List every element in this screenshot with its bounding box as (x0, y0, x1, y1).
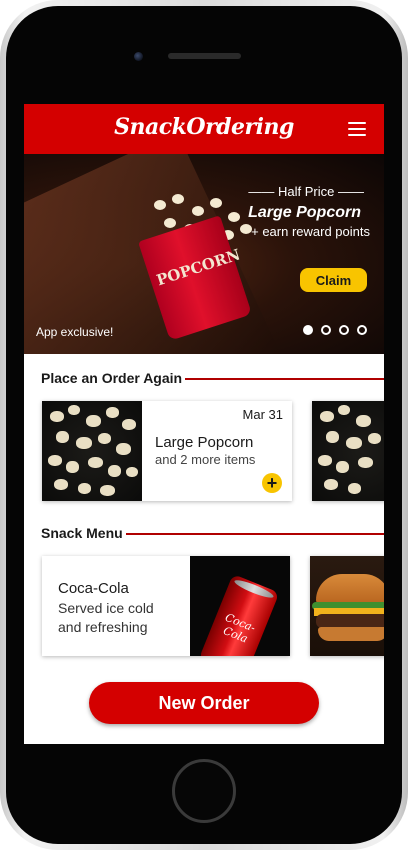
phone-frame: SnackOrdering POPCORN —— Half Price —— L… (0, 0, 408, 850)
menu-bar (348, 122, 366, 124)
menu-item-card[interactable]: Coca-Cola Served ice cold and refreshing… (42, 556, 290, 656)
section-divider (126, 533, 384, 535)
section-divider (185, 378, 384, 380)
hamburger-menu-icon[interactable] (346, 121, 368, 137)
promo-banner[interactable]: POPCORN —— Half Price —— Large Popcorn +… (24, 154, 384, 354)
recent-order-card[interactable] (312, 401, 384, 501)
carousel-dot-4[interactable] (357, 325, 367, 335)
menu-item-description: Served ice cold and refreshing (58, 600, 154, 635)
can-logo: Coca-Cola (221, 610, 258, 646)
popcorn-box-label: POPCORN (154, 245, 243, 290)
app-screen: SnackOrdering POPCORN —— Half Price —— L… (24, 104, 384, 744)
app-logo: SnackOrdering (114, 114, 294, 140)
menu-item-card[interactable] (310, 556, 384, 656)
app-header: SnackOrdering (24, 104, 384, 154)
popcorn-photo (42, 401, 142, 501)
burger-bun-top (316, 574, 384, 604)
order-item-count: and 2 more items (155, 452, 256, 467)
earpiece-speaker (168, 53, 241, 59)
order-item-name: Large Popcorn (155, 434, 254, 451)
burger-photo (310, 556, 384, 656)
burger-patty (316, 614, 384, 628)
new-order-button[interactable]: New Order (89, 682, 319, 724)
order-date: Mar 31 (242, 407, 283, 422)
recent-order-card[interactable]: Mar 31 Large Popcorn and 2 more items + (42, 401, 292, 501)
can-lid (233, 577, 275, 601)
cola-can-photo: Coca-Cola (190, 556, 290, 656)
promo-note: + earn reward points (251, 224, 370, 239)
snack-menu-heading: Snack Menu (41, 525, 123, 541)
carousel-dot-2[interactable] (321, 325, 331, 335)
carousel-dot-1[interactable] (303, 325, 313, 335)
menu-item-name: Coca-Cola (58, 580, 129, 597)
order-again-heading: Place an Order Again (41, 370, 183, 386)
claim-button[interactable]: Claim (300, 268, 367, 292)
promo-subtitle: —— Half Price —— (248, 184, 364, 199)
burger-bun-bottom (318, 627, 384, 641)
menu-bar (348, 134, 366, 136)
promo-tag: App exclusive! (36, 325, 114, 339)
cola-can: Coca-Cola (198, 573, 280, 656)
carousel-dot-3[interactable] (339, 325, 349, 335)
front-camera (134, 52, 143, 61)
home-button[interactable] (172, 759, 236, 823)
carousel-indicator (303, 325, 369, 337)
popcorn-photo (312, 401, 384, 501)
plus-icon[interactable]: + (262, 473, 282, 493)
menu-bar (348, 128, 366, 130)
promo-title: Large Popcorn (248, 204, 361, 221)
